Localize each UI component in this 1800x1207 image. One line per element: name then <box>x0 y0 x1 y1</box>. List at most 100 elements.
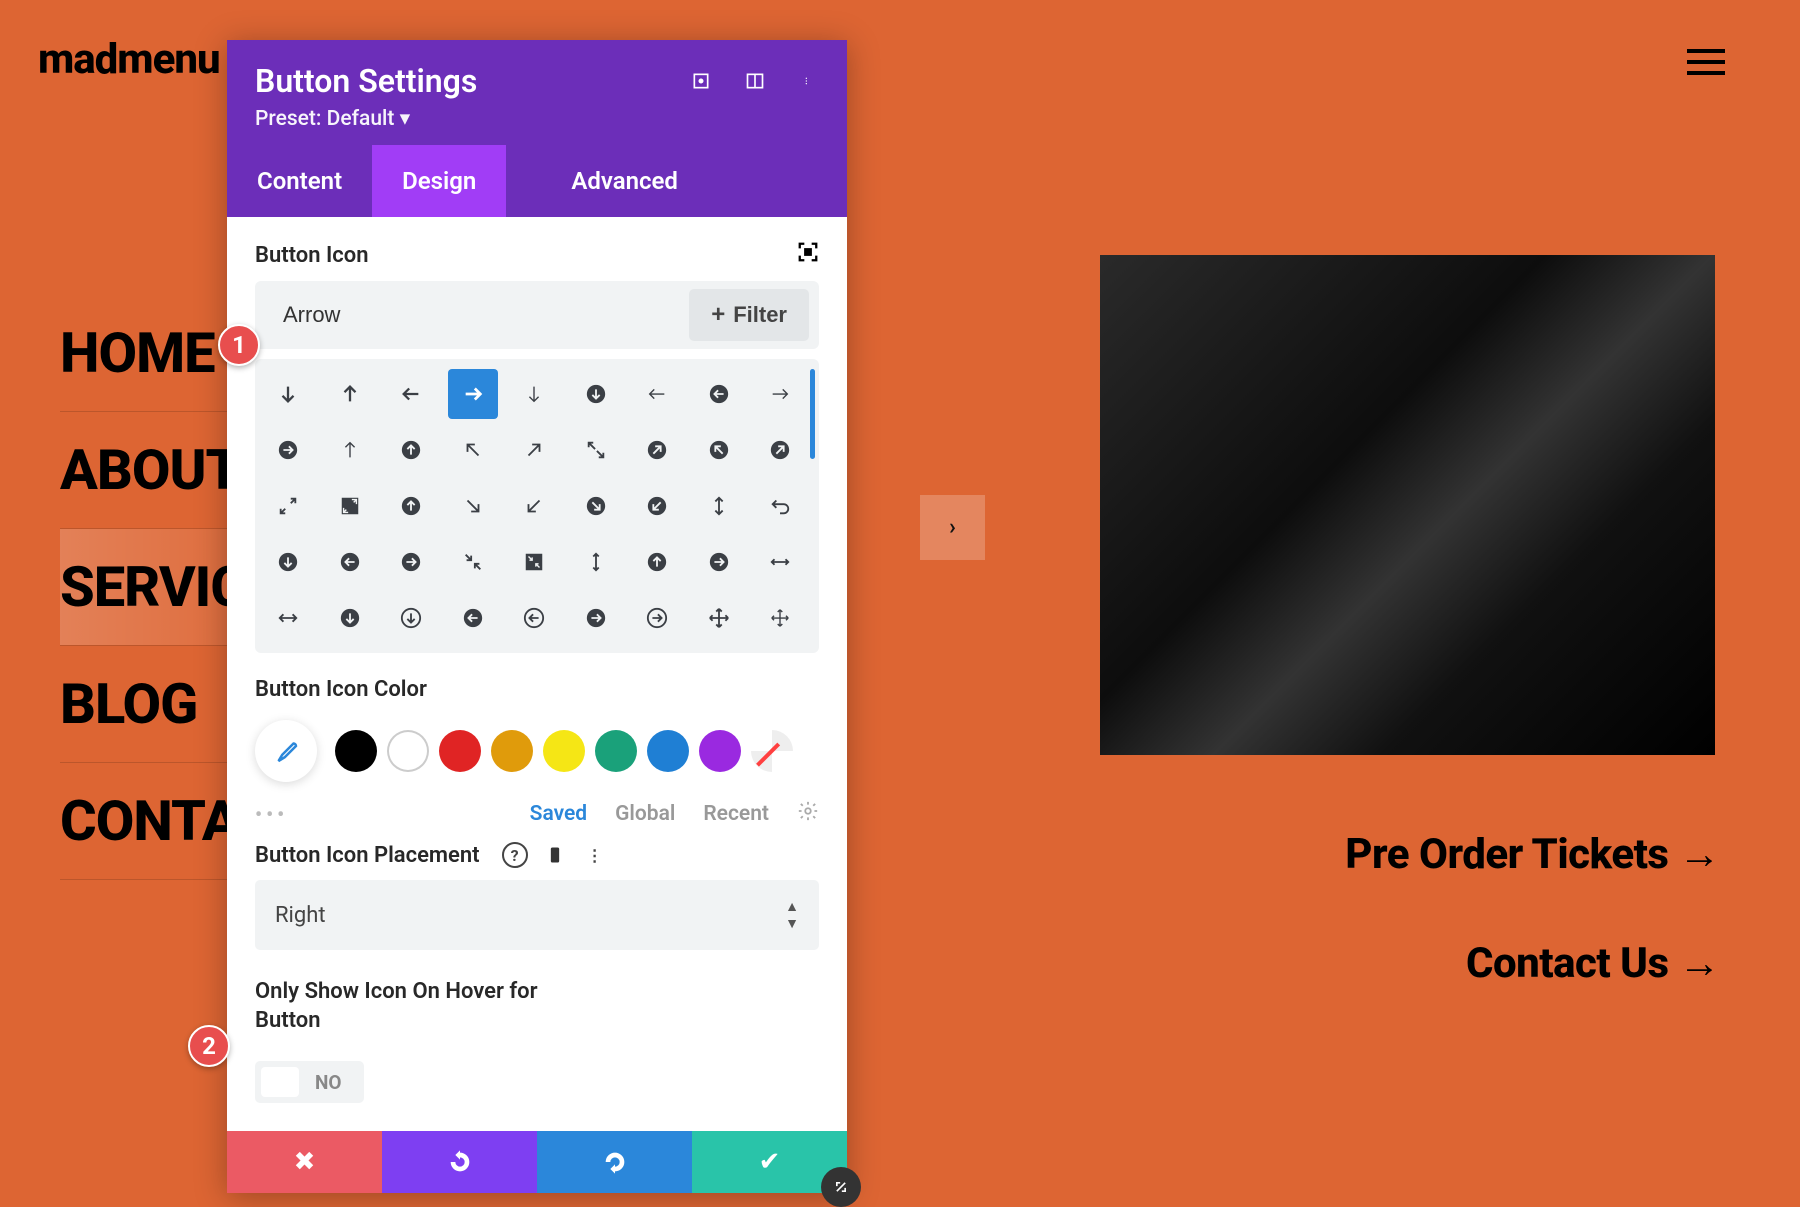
cta-contact-label: Contact Us <box>1466 939 1669 988</box>
icon-arrow-down-thin[interactable] <box>509 369 559 419</box>
columns-icon[interactable] <box>745 71 765 91</box>
icon-arrow-down-circle-outline[interactable] <box>386 593 436 643</box>
help-icon[interactable]: ? <box>502 842 528 868</box>
icon-arrow-up-circle-2[interactable] <box>386 481 436 531</box>
color-tab-recent[interactable]: Recent <box>703 802 769 826</box>
placement-select-value: Right <box>275 903 326 928</box>
annotation-badge-2: 2 <box>188 1025 230 1067</box>
annotation-badge-1: 1 <box>218 324 260 366</box>
filter-button[interactable]: +Filter <box>689 289 809 341</box>
icon-arrow-left-circle-2[interactable] <box>325 537 375 587</box>
icon-arrow-down-circle-2[interactable] <box>263 537 313 587</box>
icon-arrow-nw-circle[interactable] <box>694 425 744 475</box>
icon-expand-outward[interactable] <box>263 481 313 531</box>
icon-search-input[interactable] <box>265 292 689 338</box>
undo-button[interactable] <box>382 1131 537 1193</box>
icon-move[interactable] <box>694 593 744 643</box>
icon-arrow-up-thin[interactable] <box>325 425 375 475</box>
icon-arrow-nw[interactable] <box>448 425 498 475</box>
arrow-right-icon: → <box>1679 939 1721 988</box>
icon-arrows-v[interactable] <box>694 481 744 531</box>
color-swatch-7[interactable] <box>699 730 741 772</box>
panel-title: Button Settings <box>255 62 477 100</box>
icon-arrow-se-circle[interactable] <box>571 481 621 531</box>
expand-icon[interactable] <box>691 71 711 91</box>
arrow-right-icon: → <box>1679 830 1721 879</box>
icon-arrow-down-circle[interactable] <box>571 369 621 419</box>
icon-arrow-up-circle-3[interactable] <box>632 537 682 587</box>
gear-icon[interactable] <box>797 800 819 828</box>
icon-arrow-right-circle-2[interactable] <box>386 537 436 587</box>
tab-advanced[interactable]: Advanced <box>541 145 708 217</box>
icon-arrows-h-2[interactable] <box>263 593 313 643</box>
panel-tabs: Content Design Advanced <box>227 145 847 217</box>
tab-content[interactable]: Content <box>227 145 372 217</box>
color-swatch-3[interactable] <box>491 730 533 772</box>
cta-contact[interactable]: Contact Us→ <box>1466 939 1720 988</box>
section-placement-label: Button Icon Placement <box>255 843 480 868</box>
icon-arrow-sw[interactable] <box>509 481 559 531</box>
redo-button[interactable] <box>537 1131 692 1193</box>
filter-button-label: Filter <box>733 302 787 328</box>
focus-icon[interactable] <box>797 241 819 269</box>
more-vertical-icon[interactable]: ⋮ <box>582 842 608 868</box>
icon-arrows-expand[interactable] <box>571 425 621 475</box>
icon-arrow-up-circle[interactable] <box>386 425 436 475</box>
more-colors-icon[interactable]: ••• <box>255 802 288 826</box>
icon-arrows-v-2[interactable] <box>571 537 621 587</box>
section-button-icon-label: Button Icon <box>255 243 369 268</box>
icon-arrow-left-circle-3[interactable] <box>448 593 498 643</box>
icon-move-outline[interactable] <box>755 593 805 643</box>
icon-compress-square[interactable] <box>509 537 559 587</box>
icon-arrow-ne-circle-solid[interactable] <box>755 425 805 475</box>
color-swatch-5[interactable] <box>595 730 637 772</box>
icon-arrow-right-selected[interactable] <box>448 369 498 419</box>
icon-arrow-se[interactable] <box>448 481 498 531</box>
tab-design[interactable]: Design <box>372 145 506 217</box>
icon-arrow-right-circle-4[interactable] <box>571 593 621 643</box>
icon-arrow-right-circle[interactable] <box>263 425 313 475</box>
icon-arrow-left-thin[interactable] <box>632 369 682 419</box>
eyedropper-button[interactable] <box>255 720 317 782</box>
icon-arrow-left[interactable] <box>386 369 436 419</box>
color-swatch-4[interactable] <box>543 730 585 772</box>
icon-picker-grid <box>255 359 819 653</box>
color-tab-global[interactable]: Global <box>615 802 675 826</box>
icon-arrows-h[interactable] <box>755 537 805 587</box>
preset-dropdown[interactable]: Preset: Default ▾ <box>255 106 819 131</box>
icon-arrow-ne-circle[interactable] <box>632 425 682 475</box>
color-tab-saved[interactable]: Saved <box>530 802 587 826</box>
icon-arrow-right-circle-3[interactable] <box>694 537 744 587</box>
icon-arrow-left-circle-outline[interactable] <box>509 593 559 643</box>
responsive-icon[interactable] <box>542 842 568 868</box>
cta-pre-order[interactable]: Pre Order Tickets→ <box>1345 830 1720 879</box>
resize-handle-icon[interactable] <box>821 1167 861 1207</box>
icon-arrow-ne[interactable] <box>509 425 559 475</box>
placement-select[interactable]: Right ▲▼ <box>255 880 819 950</box>
icon-undo[interactable] <box>755 481 805 531</box>
icon-arrow-sw-circle[interactable] <box>632 481 682 531</box>
section-button-icon-color-label: Button Icon Color <box>255 677 427 702</box>
icon-compress[interactable] <box>448 537 498 587</box>
icon-arrow-down-circle-3[interactable] <box>325 593 375 643</box>
cancel-button[interactable]: ✖ <box>227 1131 382 1193</box>
icon-arrow-right-thin[interactable] <box>755 369 805 419</box>
color-swatch-1[interactable] <box>387 730 429 772</box>
color-swatch-6[interactable] <box>647 730 689 772</box>
icon-arrow-up[interactable] <box>325 369 375 419</box>
cta-pre-order-label: Pre Order Tickets <box>1345 830 1668 879</box>
color-swatch-none[interactable] <box>751 730 793 772</box>
submenu-arrow-button[interactable]: › <box>920 495 985 560</box>
color-swatch-2[interactable] <box>439 730 481 772</box>
icon-expand-square[interactable] <box>325 481 375 531</box>
icon-arrow-right-circle-outline[interactable] <box>632 593 682 643</box>
icon-arrow-left-circle[interactable] <box>694 369 744 419</box>
hover-toggle[interactable]: NO <box>255 1061 364 1103</box>
color-swatch-0[interactable] <box>335 730 377 772</box>
hamburger-menu-icon[interactable] <box>1687 42 1725 82</box>
more-icon[interactable] <box>799 71 819 91</box>
icon-grid-scrollbar[interactable] <box>810 369 815 459</box>
icon-arrow-down[interactable] <box>263 369 313 419</box>
logo: madmenu <box>38 35 220 84</box>
select-caret-icon: ▲▼ <box>785 898 799 932</box>
